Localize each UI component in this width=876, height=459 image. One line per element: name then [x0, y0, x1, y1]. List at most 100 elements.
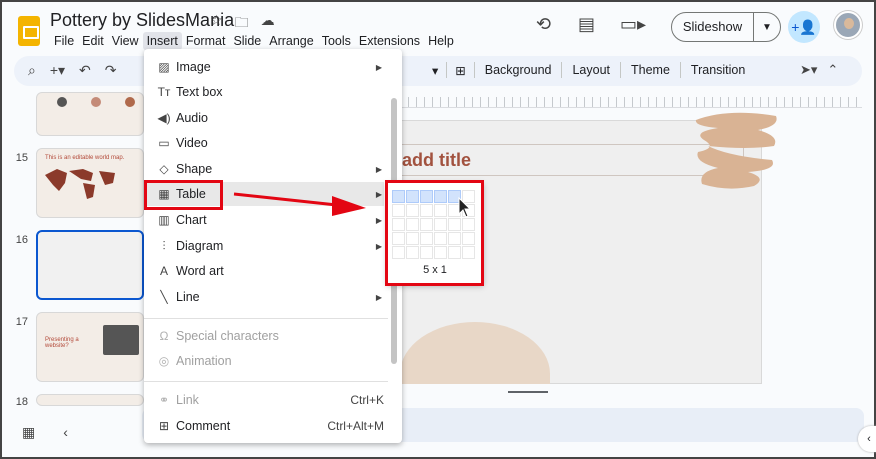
slide-thumbnail-16-selected[interactable]	[36, 230, 144, 300]
toolbar-layout-button[interactable]: Layout	[570, 63, 612, 77]
annotation-arrow	[233, 192, 366, 216]
annotation-highlight-table	[144, 180, 223, 210]
menu-item-label: Animation	[176, 354, 232, 368]
annotation-highlight-grid	[385, 180, 484, 286]
chart-icon: ▥	[158, 213, 170, 227]
menu-item-label: Audio	[176, 111, 208, 125]
menu-item-link[interactable]: ⚭ Link Ctrl+K	[144, 388, 384, 412]
menu-item-label: Comment	[176, 419, 231, 433]
menu-item-image[interactable]: ▨ Image ▶	[144, 55, 384, 79]
title-placeholder-text[interactable]: add title	[402, 150, 471, 171]
text-box-icon: Tт	[157, 85, 171, 99]
toolbar-background-button[interactable]: Background	[483, 63, 554, 77]
brush-stroke-decoration	[695, 112, 777, 189]
menu-item-shape[interactable]: ◇ Shape ▶	[144, 157, 384, 181]
toolbar-transition-button[interactable]: Transition	[689, 63, 747, 77]
format-dropdown-icon[interactable]: ▾	[432, 63, 438, 78]
slideshow-button[interactable]: Slideshow ▼	[671, 12, 781, 42]
submenu-arrow-icon: ▶	[375, 164, 382, 174]
menu-item-label: Word art	[176, 264, 224, 278]
new-slide-icon[interactable]: +▾	[50, 62, 65, 79]
menu-divider	[144, 318, 388, 319]
select-cursor-icon[interactable]: ➤▾	[800, 62, 817, 78]
share-button[interactable]: +👤	[788, 11, 820, 43]
grid-view-icon[interactable]: ▦	[22, 424, 35, 441]
menu-item-animation[interactable]: ◎ Animation	[144, 349, 384, 373]
document-title[interactable]: Pottery by SlidesMania	[50, 10, 234, 31]
slides-logo-icon[interactable]	[18, 16, 40, 46]
menu-item-label: Special characters	[176, 329, 279, 343]
horizontal-scrollbar[interactable]	[508, 391, 548, 393]
insert-comment-icon[interactable]: ⊞	[455, 63, 465, 78]
slide-number: 16	[15, 234, 28, 246]
menu-item-label: Link	[176, 393, 199, 407]
link-icon: ⚭	[158, 393, 170, 407]
comments-icon[interactable]: ▤	[578, 14, 595, 35]
menu-item-label: Image	[176, 60, 211, 74]
side-panel-toggle[interactable]: ‹	[858, 426, 876, 452]
menu-arrange[interactable]: Arrange	[265, 32, 317, 50]
menu-item-line[interactable]: ╲ Line ▶	[144, 285, 384, 309]
world-map-image	[45, 169, 115, 199]
comment-icon: ⊞	[158, 419, 170, 433]
version-history-icon[interactable]: ⟲	[536, 14, 551, 35]
menu-slide[interactable]: Slide	[229, 32, 265, 50]
word-art-icon: A	[159, 264, 168, 278]
toolbar-theme-button[interactable]: Theme	[629, 63, 672, 77]
menu-item-diagram[interactable]: ⫶ Diagram ▶	[144, 234, 384, 258]
meet-icon[interactable]: ▭▸	[620, 14, 646, 35]
menu-extensions[interactable]: Extensions	[355, 32, 424, 50]
slideshow-label[interactable]: Slideshow	[672, 13, 754, 41]
menu-help[interactable]: Help	[424, 32, 458, 50]
thumbnail-title: This is an editable world map.	[45, 155, 125, 161]
omega-icon: Ω	[159, 329, 169, 343]
redo-icon[interactable]: ↷	[105, 62, 117, 79]
menu-item-label: Line	[176, 290, 200, 304]
submenu-arrow-icon: ▶	[375, 292, 382, 302]
menu-item-word-art[interactable]: A Word art	[144, 259, 384, 283]
menu-item-label: Video	[176, 136, 208, 150]
menu-item-label: Text box	[176, 85, 223, 99]
horizontal-ruler	[400, 97, 862, 107]
avatar[interactable]	[834, 11, 862, 39]
menu-item-label: Shape	[176, 162, 213, 176]
audio-icon: ◀)	[157, 111, 171, 125]
menu-bar: File Edit View Insert Format Slide Arrange Tool…	[50, 32, 458, 50]
undo-icon[interactable]: ↶	[79, 62, 91, 79]
shortcut-label: Ctrl+K	[350, 393, 384, 407]
shortcut-label: Ctrl+Alt+M	[327, 419, 384, 433]
menu-item-special-characters[interactable]: Ω Special characters	[144, 324, 384, 348]
line-icon: ╲	[160, 290, 168, 304]
chevron-down-icon[interactable]: ▼	[754, 22, 780, 33]
chevron-left-icon: ‹	[867, 433, 871, 445]
submenu-arrow-icon: ▶	[375, 62, 382, 72]
thumbnail-title: Presenting a website?	[45, 337, 79, 349]
animation-icon: ◎	[158, 354, 170, 368]
slide-number: 17	[15, 316, 28, 328]
menu-item-video[interactable]: ▭ Video	[144, 131, 384, 155]
submenu-arrow-icon: ▶	[375, 189, 382, 199]
menu-insert[interactable]: Insert	[142, 32, 182, 50]
submenu-arrow-icon: ▶	[375, 241, 382, 251]
shape-icon: ◇	[159, 162, 169, 176]
menu-format[interactable]: Format	[182, 32, 230, 50]
slide-thumbnail-15[interactable]: This is an editable world map.	[36, 148, 144, 218]
collapse-filmstrip-icon[interactable]: ‹	[63, 424, 68, 441]
add-person-icon: +👤	[791, 18, 817, 35]
search-icon[interactable]: ⌕	[28, 62, 36, 79]
menu-view[interactable]: View	[108, 32, 143, 50]
slide-thumbnail-14[interactable]	[36, 92, 144, 136]
menu-item-audio[interactable]: ◀) Audio	[144, 106, 384, 130]
menu-edit[interactable]: Edit	[78, 32, 108, 50]
submenu-arrow-icon: ▶	[375, 215, 382, 225]
toolbar-buttons: ▾ ⊞ Background Layout Theme Transition	[432, 62, 747, 78]
slide-thumbnail-18[interactable]	[36, 394, 144, 406]
collapse-toolbar-icon[interactable]: ⌃	[827, 62, 838, 78]
menu-tools[interactable]: Tools	[318, 32, 355, 50]
slide-thumbnail-17[interactable]: Presenting a website?	[36, 312, 144, 382]
menu-item-comment[interactable]: ⊞ Comment Ctrl+Alt+M	[144, 414, 384, 438]
menu-file[interactable]: File	[50, 32, 78, 50]
menu-item-text-box[interactable]: Tт Text box	[144, 80, 384, 104]
menu-item-label: Diagram	[176, 239, 224, 253]
image-icon: ▨	[158, 60, 170, 74]
